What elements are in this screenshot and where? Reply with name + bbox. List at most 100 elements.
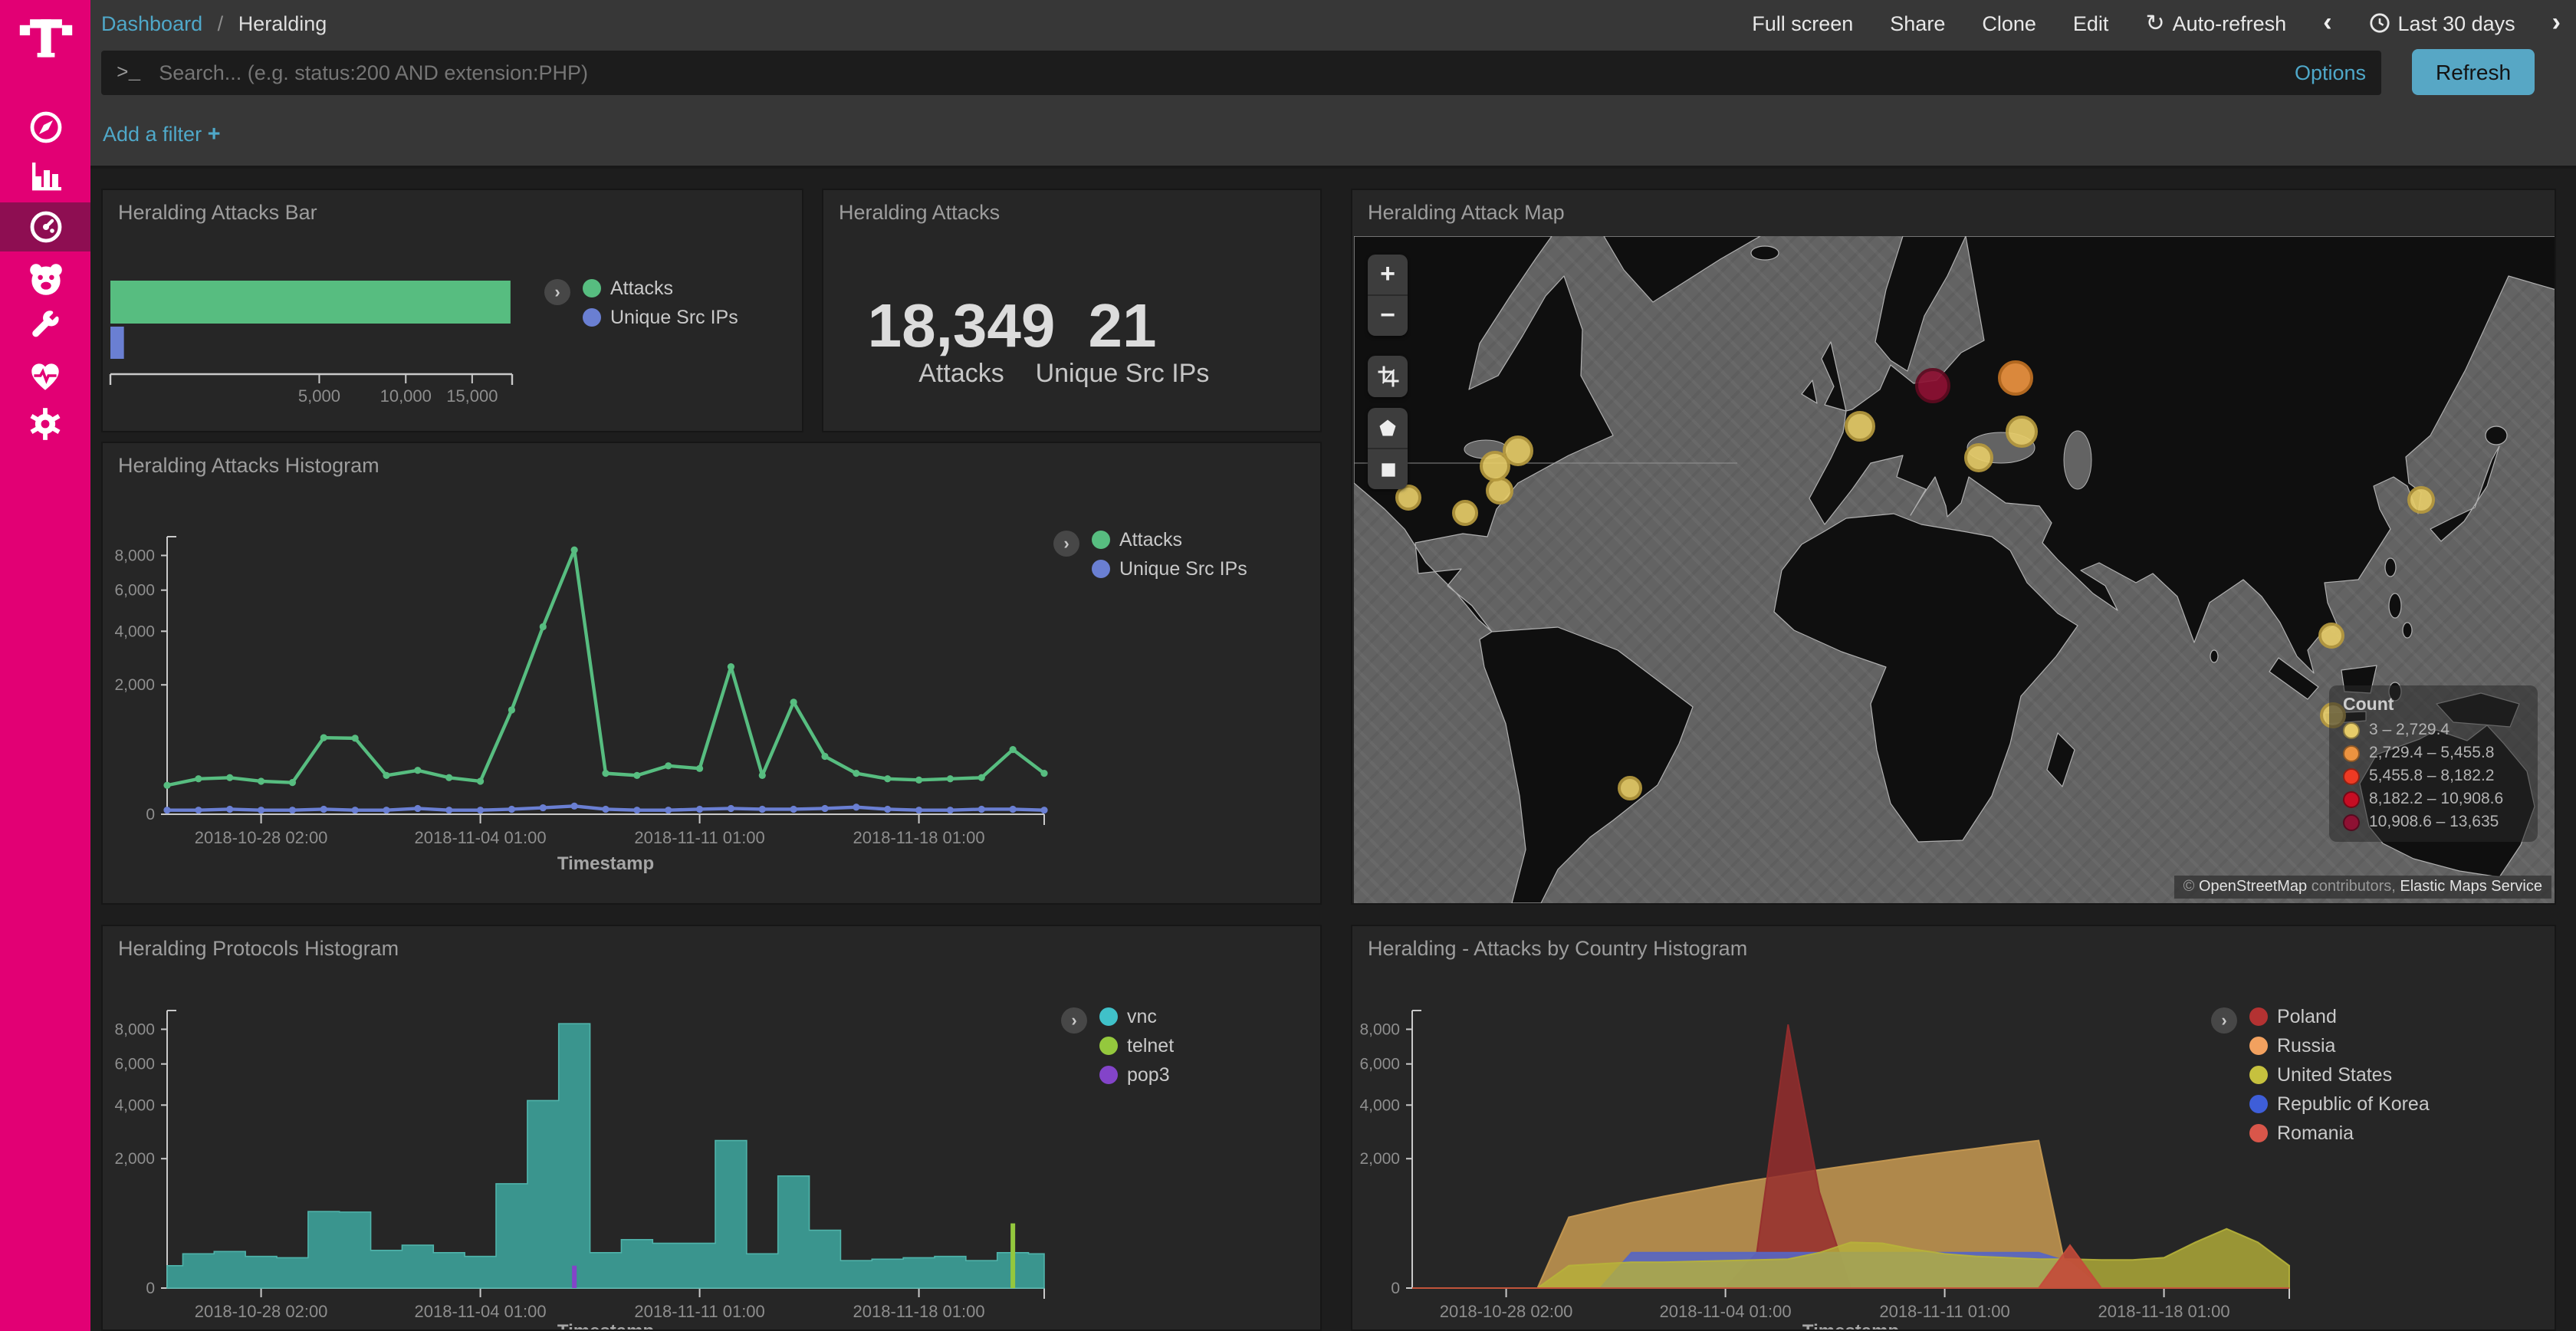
legend-item-unique-src-ips[interactable]: Unique Src IPs (583, 307, 738, 328)
map-fit-control (1368, 356, 1408, 397)
map-attribution: © OpenStreetMap contributors, Elastic Ma… (2174, 876, 2551, 899)
range-dot-icon (2343, 813, 2360, 830)
svg-text:0: 0 (146, 1280, 155, 1297)
map-bubble[interactable] (1845, 412, 1875, 442)
legend-item-unique-src-ips[interactable]: Unique Src IPs (1092, 558, 1247, 580)
svg-text:2,000: 2,000 (114, 1150, 155, 1168)
legend-toggle-icon[interactable]: › (544, 279, 570, 305)
edit-button[interactable]: Edit (2073, 12, 2109, 35)
range-dot-icon (2343, 721, 2360, 738)
map-bubble[interactable] (1964, 444, 1993, 473)
svg-text:2018-11-11 01:00: 2018-11-11 01:00 (1879, 1302, 2009, 1321)
svg-text:2018-11-04 01:00: 2018-11-04 01:00 (415, 828, 547, 847)
map-bubble[interactable] (2318, 622, 2344, 648)
plus-icon: + (208, 123, 221, 147)
legend-range-item: 2,729.4 – 5,455.8 (2343, 744, 2524, 762)
range-dot-icon (2343, 744, 2360, 761)
legend-item-romania[interactable]: Romania (2249, 1122, 2430, 1144)
map-bubble[interactable] (1502, 435, 1533, 465)
map-bubble[interactable] (1451, 500, 1477, 526)
openstreetmap-link[interactable]: OpenStreetMap (2199, 879, 2307, 896)
legend-item-attacks[interactable]: Attacks (583, 278, 738, 299)
draw-rectangle-button[interactable] (1368, 449, 1408, 489)
refresh-button[interactable]: Refresh (2412, 49, 2535, 95)
range-dot-icon (2343, 790, 2360, 807)
draw-polygon-button[interactable] (1368, 408, 1408, 448)
sidebar-item-discover[interactable] (0, 101, 90, 153)
panel-attacks-metric: Heralding Attacks 18,349 Attacks 21 Uniq… (822, 189, 1322, 432)
crop-icon[interactable] (1368, 356, 1408, 396)
legend-toggle-icon[interactable]: › (1053, 531, 1079, 557)
sidebar-item-devtools[interactable] (0, 301, 90, 353)
share-button[interactable]: Share (1890, 12, 1945, 35)
auto-refresh-button[interactable]: ↻ Auto-refresh (2145, 9, 2286, 37)
svg-text:2,000: 2,000 (114, 676, 155, 694)
map-bubble[interactable] (2006, 416, 2039, 448)
breadcrumb-separator: / (209, 12, 233, 35)
query-bar: >_ Options Refresh (90, 46, 2576, 101)
legend-item-pop3[interactable]: pop3 (1099, 1064, 1174, 1086)
panel-country-histogram: Heralding - Attacks by Country Histogram… (1351, 925, 2556, 1331)
sidebar-item-management[interactable] (0, 397, 90, 449)
svg-text:15,000: 15,000 (446, 386, 498, 406)
breadcrumb: Dashboard / Heralding (101, 12, 327, 35)
zoom-in-button[interactable]: + (1368, 255, 1408, 294)
svg-text:8,000: 8,000 (1359, 1020, 1400, 1038)
sidebar-item-monitoring[interactable] (0, 350, 90, 402)
time-forward-button[interactable]: › (2552, 8, 2561, 38)
metric-value: 21 (1015, 294, 1230, 359)
search-box[interactable]: >_ Options (101, 51, 2381, 95)
map-zoom-controls: + − (1368, 255, 1408, 336)
legend-item-telnet[interactable]: telnet (1099, 1035, 1174, 1057)
svg-text:2018-11-18 01:00: 2018-11-18 01:00 (853, 1302, 985, 1321)
sidebar-item-tpot[interactable] (0, 253, 90, 305)
country-histogram-legend: › Poland Russia United States Republic o… (2211, 1006, 2430, 1144)
svg-text:6,000: 6,000 (114, 582, 155, 600)
add-filter-button[interactable]: Add a filter + (103, 123, 221, 147)
map-bubble[interactable] (1617, 775, 1641, 800)
legend-item-republic-of-korea[interactable]: Republic of Korea (2249, 1093, 2430, 1115)
legend-item-poland[interactable]: Poland (2249, 1006, 2430, 1027)
zoom-out-button[interactable]: − (1368, 296, 1408, 336)
world-map[interactable]: + − (1354, 236, 2556, 903)
svg-text:2018-11-11 01:00: 2018-11-11 01:00 (634, 828, 764, 847)
svg-text:10,000: 10,000 (380, 386, 432, 406)
legend-item-united-states[interactable]: United States (2249, 1064, 2430, 1086)
legend-toggle-icon[interactable]: › (1061, 1007, 1087, 1034)
map-bubble[interactable] (1916, 368, 1951, 403)
svg-text:4,000: 4,000 (1359, 1096, 1400, 1114)
metric-unique-src-ips: 21 Unique Src IPs (1015, 294, 1230, 389)
clone-button[interactable]: Clone (1982, 12, 2036, 35)
elastic-maps-service-link[interactable]: Elastic Maps Service (2400, 879, 2542, 896)
time-back-button[interactable]: ‹ (2323, 8, 2331, 38)
search-input[interactable] (159, 61, 2276, 84)
query-options-link[interactable]: Options (2295, 61, 2366, 84)
top-navbar: Dashboard / Heralding Full screen Share … (90, 0, 2576, 46)
legend-item-russia[interactable]: Russia (2249, 1035, 2430, 1057)
legend-dot-icon (583, 308, 601, 327)
t-logo-icon (16, 8, 74, 66)
legend-toggle-icon[interactable]: › (2211, 1007, 2237, 1034)
map-bubble[interactable] (2407, 486, 2435, 514)
svg-text:2018-11-11 01:00: 2018-11-11 01:00 (634, 1302, 764, 1321)
legend-item-vnc[interactable]: vnc (1099, 1006, 1174, 1027)
breadcrumb-dashboard-link[interactable]: Dashboard (101, 12, 202, 35)
metric-label: Unique Src IPs (1015, 359, 1230, 389)
panel-protocols-histogram: Heralding Protocols Histogram 02,0004,00… (101, 925, 1322, 1331)
full-screen-button[interactable]: Full screen (1752, 12, 1853, 35)
sidebar-item-dashboard[interactable] (0, 202, 90, 251)
time-range-picker[interactable]: Last 30 days (2369, 12, 2515, 35)
toolbar-menu: Full screen Share Clone Edit ↻ Auto-refr… (1752, 8, 2561, 38)
svg-text:0: 0 (1391, 1280, 1400, 1297)
svg-text:Timestamp: Timestamp (557, 1321, 654, 1331)
protocols-histogram-chart: 02,0004,0006,0008,0002018-10-28 02:00201… (103, 926, 1322, 1331)
legend-range-item: 5,455.8 – 8,182.2 (2343, 767, 2524, 785)
legend-item-attacks[interactable]: Attacks (1092, 529, 1247, 550)
svg-text:2,000: 2,000 (1359, 1150, 1400, 1168)
attacks-histogram-chart: 02,0004,0006,0008,0002018-10-28 02:00201… (103, 443, 1322, 905)
legend-dot-icon (2249, 1124, 2268, 1142)
map-bubble[interactable] (1997, 360, 2032, 396)
telekom-logo[interactable] (0, 6, 90, 67)
sidebar-item-visualize[interactable] (0, 150, 90, 202)
bar-chart-icon (27, 158, 64, 195)
